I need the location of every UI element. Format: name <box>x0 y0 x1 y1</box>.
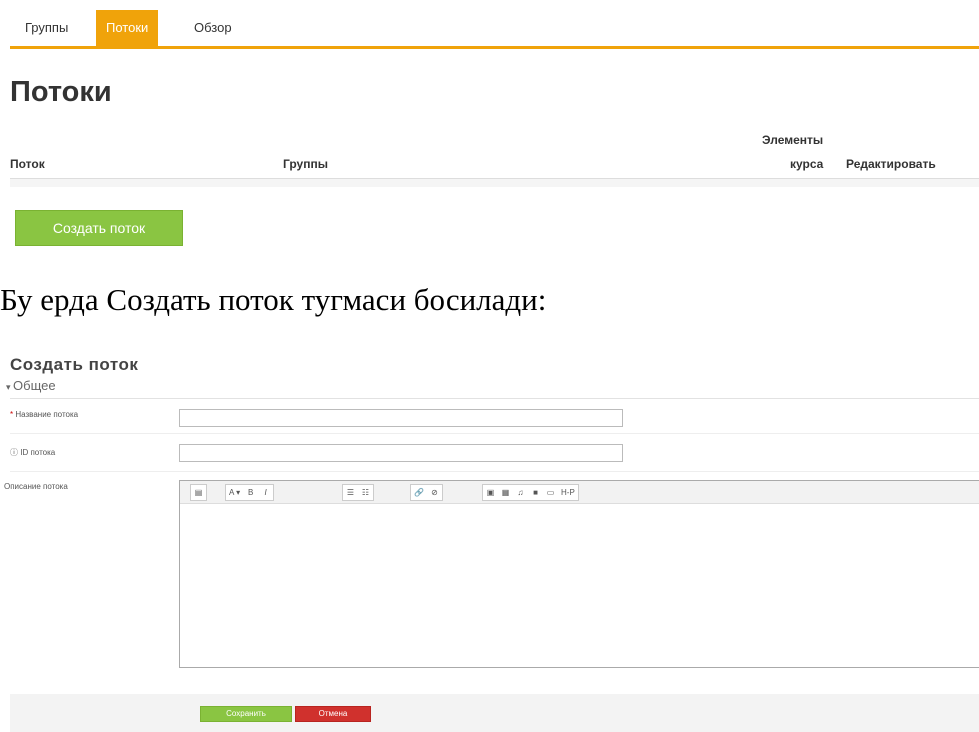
form-footer <box>10 694 979 732</box>
stream-name-label: * Название потока <box>10 410 78 419</box>
link-icon[interactable]: 🔗 <box>411 485 427 500</box>
toolbar-group-toggle: ▤ <box>190 484 207 501</box>
create-stream-button[interactable]: Создать поток <box>15 210 183 246</box>
stream-id-label: ⓘ ID потока <box>10 447 55 458</box>
table-header-edit: Редактировать <box>846 157 936 171</box>
video-icon[interactable]: ■ <box>528 485 543 500</box>
h5p-icon[interactable]: H-P <box>558 485 578 500</box>
editor-toolbar: ▤ A ▾ B I ☰ ☷ 🔗 ⊘ ▣ ▦ ♫ ■ ▭ H-P <box>180 481 979 504</box>
row-divider <box>10 433 979 434</box>
toolbar-toggle-icon[interactable]: ▤ <box>191 485 206 500</box>
save-button[interactable]: Сохранить <box>200 706 292 722</box>
stream-description-label: Описание потока <box>4 482 68 491</box>
table-header-course-items-1: Элементы <box>762 133 824 147</box>
table-header-groups[interactable]: Группы <box>283 157 328 171</box>
table-header-stream[interactable]: Поток <box>10 157 45 171</box>
unlink-icon[interactable]: ⊘ <box>427 485 442 500</box>
stream-name-input[interactable] <box>179 409 623 427</box>
toolbar-group-format: A ▾ B I <box>225 484 275 501</box>
audio-icon[interactable]: ♫ <box>513 485 528 500</box>
description-editor[interactable]: ▤ A ▾ B I ☰ ☷ 🔗 ⊘ ▣ ▦ ♫ ■ ▭ H-P <box>179 480 979 668</box>
bold-icon[interactable]: B <box>243 485 258 500</box>
page-title: Потоки <box>10 76 112 108</box>
file-icon[interactable]: ▭ <box>543 485 558 500</box>
cancel-button[interactable]: Отмена <box>295 706 371 722</box>
tab-overview[interactable]: Обзор <box>184 10 242 46</box>
stream-name-label-text: Название потока <box>15 410 79 419</box>
toolbar-group-lists: ☰ ☷ <box>342 484 374 501</box>
tab-bar: Группы Потоки Обзор <box>10 8 979 49</box>
table-header-course-items-2: курса <box>790 157 824 171</box>
caption-text: Бу ерда Создать поток тугмаси босилади: <box>0 282 547 317</box>
toolbar-group-links: 🔗 ⊘ <box>410 484 443 501</box>
table-empty-row <box>10 179 979 187</box>
required-icon: * <box>10 410 14 419</box>
form-title: Создать поток <box>10 355 139 374</box>
tab-groups[interactable]: Группы <box>15 10 78 46</box>
bullet-list-icon[interactable]: ☰ <box>343 485 358 500</box>
paragraph-style-icon[interactable]: A ▾ <box>226 485 243 500</box>
image-icon[interactable]: ▣ <box>483 485 498 500</box>
numbered-list-icon[interactable]: ☷ <box>358 485 373 500</box>
tab-streams[interactable]: Потоки <box>96 10 159 46</box>
section-general-label: Общее <box>13 378 56 393</box>
section-general-toggle[interactable]: ▾ Общее <box>6 378 56 393</box>
section-divider <box>10 398 979 399</box>
stream-id-label-text: ID потока <box>20 448 56 457</box>
row-divider <box>10 471 979 472</box>
help-icon[interactable]: ⓘ <box>10 448 18 457</box>
collapse-icon: ▾ <box>6 382 14 392</box>
toolbar-group-media: ▣ ▦ ♫ ■ ▭ H-P <box>482 484 579 501</box>
stream-id-input[interactable] <box>179 444 623 462</box>
media-icon[interactable]: ▦ <box>498 485 513 500</box>
italic-icon[interactable]: I <box>258 485 273 500</box>
